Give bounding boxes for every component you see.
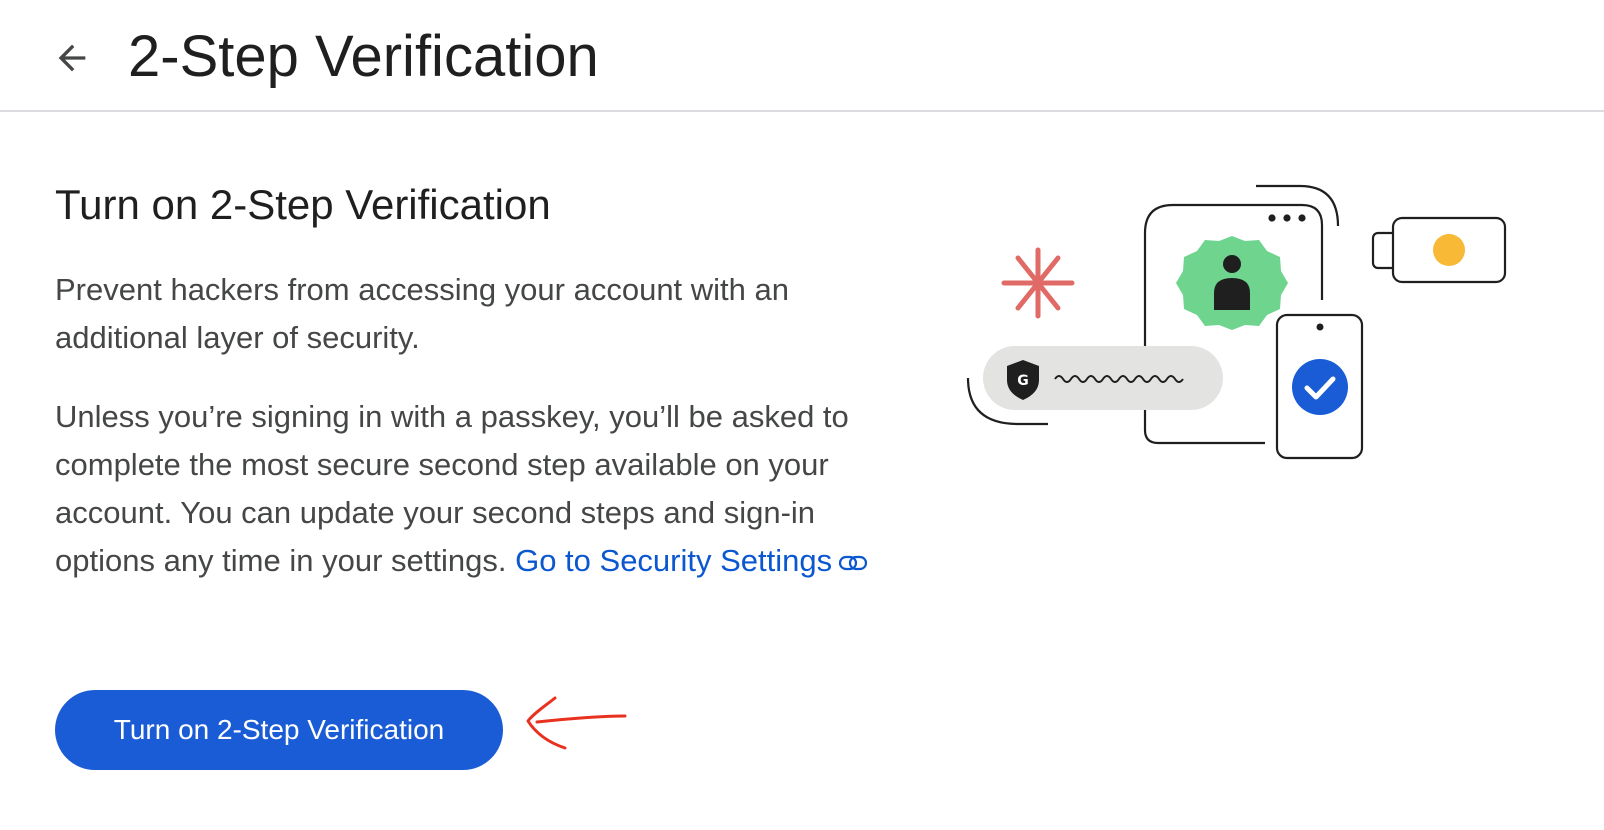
section-title: Turn on 2-Step Verification bbox=[55, 181, 551, 228]
turn-on-2sv-button[interactable]: Turn on 2-Step Verification bbox=[55, 690, 503, 770]
arrow-back-icon bbox=[58, 44, 86, 72]
details-text: Unless you’re signing in with a passkey,… bbox=[55, 393, 875, 585]
page: 2-Step Verification Turn on 2-Step Verif… bbox=[0, 0, 1604, 830]
top-bar: 2-Step Verification bbox=[0, 0, 1604, 112]
red-arrow-annotation bbox=[526, 696, 627, 750]
security-settings-link[interactable]: Go to Security Settings bbox=[515, 543, 868, 578]
shield-letter: G bbox=[1017, 373, 1029, 389]
phone-check-icon bbox=[1275, 313, 1364, 460]
intro-text: Prevent hackers from accessing your acco… bbox=[55, 272, 790, 355]
password-field-icon: G bbox=[966, 346, 1223, 426]
link-icon bbox=[839, 555, 868, 570]
page-title: 2-Step Verification bbox=[128, 24, 599, 89]
security-illustration: G bbox=[966, 184, 1507, 460]
security-key-icon bbox=[1371, 216, 1507, 284]
asterisk-icon bbox=[1001, 247, 1075, 319]
back-button[interactable] bbox=[46, 32, 98, 84]
security-settings-link-label: Go to Security Settings bbox=[515, 543, 833, 578]
verified-user-badge-icon bbox=[1176, 236, 1288, 330]
